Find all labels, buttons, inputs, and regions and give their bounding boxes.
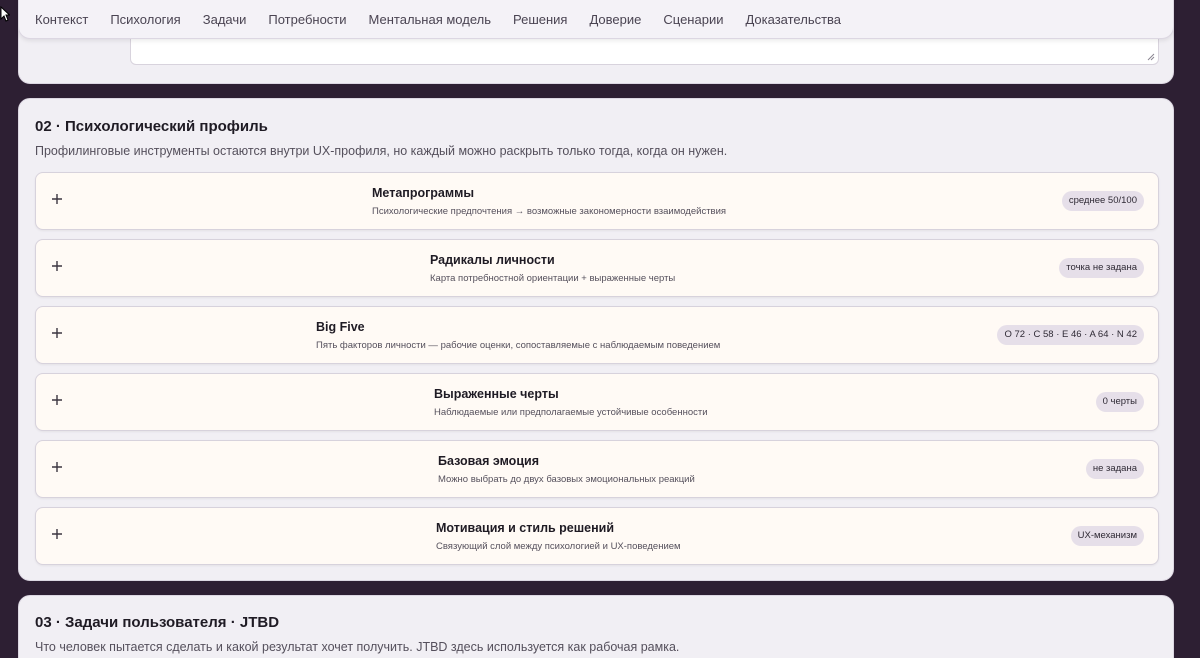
page: Контекст Психология Задачи Потребности М… [0,0,1200,658]
nav-item-psychology[interactable]: Психология [110,12,180,27]
accordion-metaprograms[interactable]: Метапрограммы Психологические предпочтен… [35,172,1159,230]
accordion-basic-emotion[interactable]: Базовая эмоция Можно выбрать до двух баз… [35,440,1159,498]
nav-item-tasks[interactable]: Задачи [203,12,247,27]
nav-item-scenarios[interactable]: Сценарии [663,12,723,27]
user-tasks-jtbd-section: 03 · Задачи пользователя · JTBD Что чело… [18,595,1174,658]
accordion-title: Радикалы личности [430,253,555,267]
accordion-title: Базовая эмоция [438,454,539,468]
plus-icon[interactable] [50,326,64,340]
section-subtitle: Что человек пытается сделать и какой рез… [35,640,680,654]
section-subtitle: Профилинговые инструменты остаются внутр… [35,144,728,158]
accordion-title: Метапрограммы [372,186,475,200]
psychology-profile-section: 02 · Психологический профиль Профилингов… [18,98,1174,581]
plus-icon[interactable] [50,527,64,541]
accordion-expressed-traits[interactable]: Выраженные черты Наблюдаемые или предпол… [35,373,1159,431]
accordion-subtitle: Наблюдаемые или предполагаемые устойчивы… [434,407,708,418]
accordion-subtitle: Связующий слой между психологией и UX-по… [436,541,681,552]
nav-item-context[interactable]: Контекст [35,12,88,27]
accordion-personality-radicals[interactable]: Радикалы личности Карта потребностной ор… [35,239,1159,297]
status-badge: 0 черты [1095,392,1144,412]
accordion-motivation-decision-style[interactable]: Мотивация и стиль решений Связующий слой… [35,507,1159,565]
nav-item-decisions[interactable]: Решения [513,12,567,27]
status-badge: UX-механизм [1070,526,1144,546]
accordion-subtitle: Можно выбрать до двух базовых эмоциональ… [438,474,695,485]
plus-icon[interactable] [50,192,64,206]
plus-icon[interactable] [50,259,64,273]
nav-item-needs[interactable]: Потребности [268,12,346,27]
section-title: 02 · Психологический профиль [35,118,268,135]
nav-item-mental-model[interactable]: Ментальная модель [369,12,491,27]
accordion-subtitle: Карта потребностной ориентации + выражен… [430,273,676,284]
accordion-subtitle: Пять факторов личности — рабочие оценки,… [316,340,721,351]
status-badge: не задана [1085,459,1144,479]
nav-item-evidence[interactable]: Доказательства [745,12,841,27]
status-badge: O 72 · C 58 · E 46 · A 64 · N 42 [997,325,1144,345]
resize-grip-icon[interactable] [1147,53,1155,61]
nav-item-trust[interactable]: Доверие [589,12,641,27]
section-title: 03 · Задачи пользователя · JTBD [35,614,280,631]
mouse-cursor-icon [0,6,10,22]
accordion-title: Big Five [316,320,365,334]
status-badge: точка не задана [1059,258,1144,278]
plus-icon[interactable] [50,460,64,474]
status-badge: среднее 50/100 [1061,191,1144,211]
accordion-title: Выраженные черты [434,387,559,401]
accordion-big-five[interactable]: Big Five Пять факторов личности — рабочи… [35,306,1159,364]
plus-icon[interactable] [50,393,64,407]
accordion-title: Мотивация и стиль решений [436,521,615,535]
section-nav: Контекст Психология Задачи Потребности М… [18,0,1174,39]
accordion-subtitle: Психологические предпочтения → возможные… [372,206,727,217]
